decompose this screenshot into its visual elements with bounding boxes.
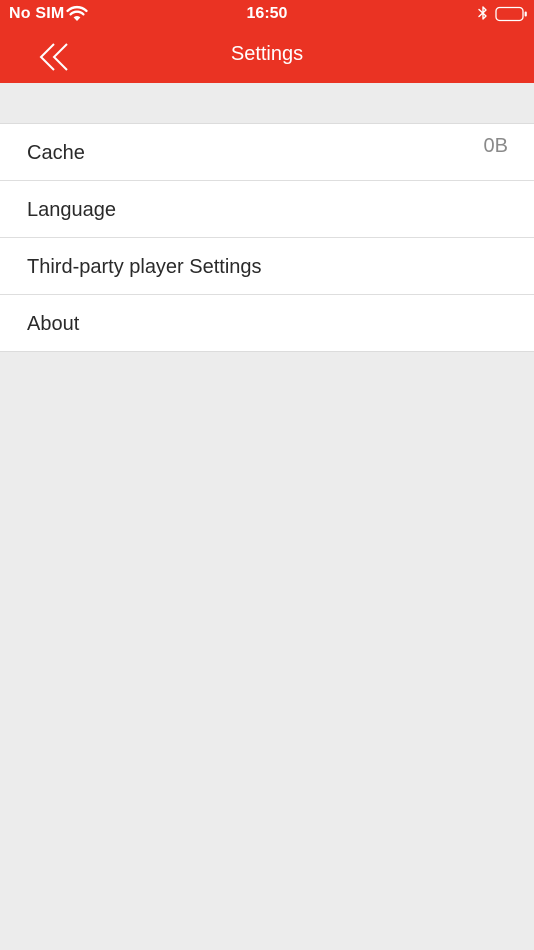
settings-item-about[interactable]: About: [0, 295, 534, 351]
clock: 16:50: [246, 5, 288, 22]
settings-item-label: Third-party player Settings: [27, 256, 262, 278]
page-title: Settings: [230, 43, 304, 65]
settings-list: Cache 0B Language Third-party player Set…: [0, 123, 534, 352]
cache-size-value: 0B: [483, 135, 508, 157]
bluetooth-icon: [478, 6, 487, 20]
settings-item-label: Language: [27, 199, 116, 221]
settings-item-language[interactable]: Language: [0, 181, 534, 238]
settings-item-label: About: [27, 313, 80, 335]
settings-item-label: Cache: [27, 142, 85, 164]
header: No SIM 16:50 Settings: [0, 0, 534, 83]
status-bar: No SIM 16:50: [0, 0, 534, 28]
settings-item-cache[interactable]: Cache 0B: [0, 124, 534, 181]
nav-bar: Settings: [0, 28, 534, 83]
settings-item-third-party-player[interactable]: Third-party player Settings: [0, 238, 534, 295]
battery-icon: [495, 6, 527, 22]
